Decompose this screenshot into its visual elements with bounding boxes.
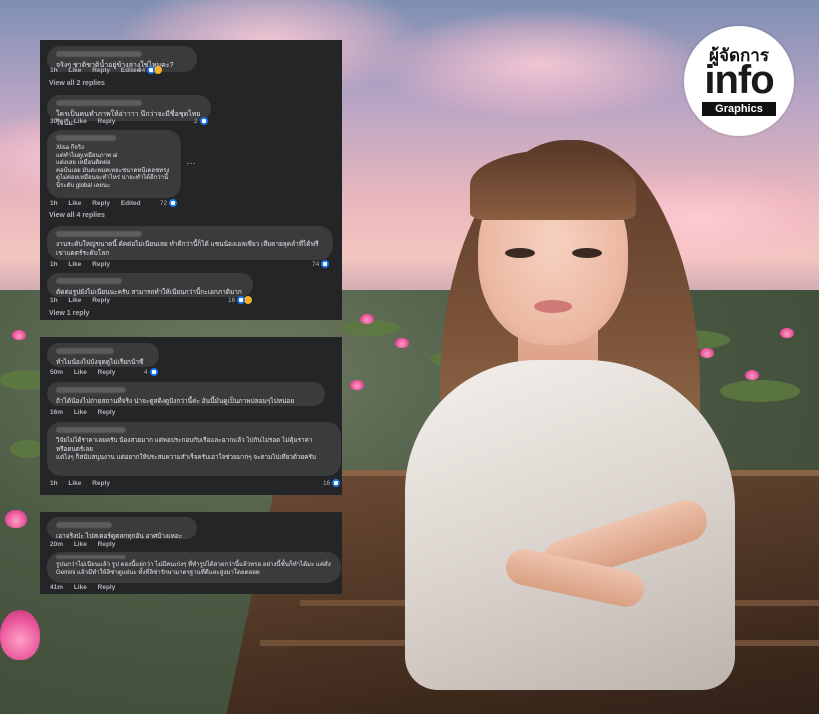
commenter-name	[56, 387, 126, 393]
comment-bubble: ตัดต่อรูปยังไม่เนียนนะครับ สามารถทำให้เน…	[47, 273, 253, 297]
reply-link[interactable]: Reply	[92, 480, 110, 487]
like-reaction-icon	[199, 117, 208, 125]
view-replies-link[interactable]: View 1 reply	[49, 310, 89, 317]
haha-reaction-icon	[244, 296, 253, 304]
haha-reaction-icon	[154, 66, 163, 74]
comment-bubble: ทำไมน้องไปบังจุดดูไม่เรียกน้าซี	[47, 343, 159, 367]
edited-label: Edited	[120, 200, 141, 207]
comment-text: ตัดต่อรูปยังไม่เนียนนะครับ สามารถทำให้เน…	[56, 289, 242, 296]
like-link[interactable]: Like	[68, 480, 81, 487]
comment-meta: 50m Like Reply	[50, 369, 116, 376]
cloud	[380, 10, 700, 120]
comment-text: งานระดับใหญ่ขนาดนี้ ดัดต่อไม่เนียนเลย ทำ…	[56, 241, 319, 257]
reaction-count[interactable]: 4	[144, 368, 158, 376]
reply-link[interactable]: Reply	[98, 584, 116, 591]
like-link[interactable]: Like	[74, 369, 87, 376]
reply-link[interactable]: Reply	[92, 261, 110, 268]
comment-meta: 16m Like Reply	[50, 409, 116, 416]
reply-link[interactable]: Reply	[92, 297, 110, 304]
comment-text: รูปนกว่าไม่เนียนแล้ว รูป ตองนี้แย่กว่า ไ…	[56, 561, 331, 576]
comment-meta: 1h Like Reply Edited	[50, 200, 141, 207]
like-reaction-icon	[169, 199, 178, 207]
reaction-count[interactable]: 16	[323, 479, 341, 487]
reaction-count[interactable]: 44	[138, 66, 163, 74]
view-replies-link[interactable]: View all 2 replies	[49, 80, 105, 87]
like-link[interactable]: Like	[68, 261, 81, 268]
commenter-name	[56, 427, 126, 433]
like-reaction-icon	[237, 296, 246, 304]
view-replies-link[interactable]: View all 4 replies	[49, 212, 105, 219]
commenter-name	[56, 100, 142, 106]
like-link[interactable]: Like	[74, 541, 87, 548]
left-eye	[505, 248, 535, 258]
reaction-count[interactable]: 2	[194, 117, 208, 125]
more-options-icon[interactable]: …	[186, 156, 196, 167]
reply-link[interactable]: Reply	[98, 118, 116, 125]
comments-panel: ทำไมน้องไปบังจุดดูไม่เรียกน้าซี 50m Like…	[40, 337, 342, 495]
reply-link[interactable]: Reply	[98, 541, 116, 548]
infographics-logo: ผู้จัดการ info Graphics	[684, 26, 794, 136]
like-link[interactable]: Like	[68, 67, 81, 74]
logo-info-text: info	[704, 58, 774, 102]
comment-bubble: งานระดับใหญ่ขนาดนี้ ดัดต่อไม่เนียนเลย ทำ…	[47, 226, 333, 260]
comment-meta: 30m Like Reply	[50, 118, 116, 125]
lips	[534, 300, 572, 313]
right-eye	[572, 248, 602, 258]
like-link[interactable]: Like	[74, 584, 87, 591]
reply-link[interactable]: Reply	[98, 409, 116, 416]
commenter-name	[56, 278, 122, 284]
comment-bubble: รูปนกว่าไม่เนียนแล้ว รูป ตองนี้แย่กว่า ไ…	[47, 552, 341, 583]
comments-panel: เอาจริงป่ะ ไปสเตอร์ดูตลกทุกอัน อาศบ้างเห…	[40, 512, 342, 594]
comment-meta: 20m Like Reply	[50, 541, 116, 548]
comment-text: ถ้าได้น้องไปถ่ายสถานที่จริง น่าจะดูสติงด…	[56, 398, 295, 405]
comment-text: Xlisa กีจริง แต่ทำไมดูเหมือนภาพ ai แต่งเ…	[56, 145, 170, 189]
comment-text: วิจัยไม่ได้ราคาเลยครับ น้องสวยมาก แต่พอป…	[56, 437, 316, 461]
logo-graphics-text: Graphics	[702, 102, 776, 116]
comment-meta: 41m Like Reply	[50, 584, 116, 591]
reaction-count[interactable]: 74	[312, 260, 330, 268]
comment-meta: 1h Like Reply	[50, 480, 110, 487]
commenter-name	[56, 231, 142, 237]
like-reaction-icon	[149, 368, 158, 376]
reaction-count[interactable]: 72	[160, 199, 178, 207]
like-reaction-icon	[147, 66, 156, 74]
bangs	[470, 150, 636, 220]
commenter-name	[56, 522, 112, 528]
like-link[interactable]: Like	[74, 409, 87, 416]
comment-meta: 1h Like Reply Edited	[50, 67, 141, 74]
comment-text: ทำไมน้องไปบังจุดดูไม่เรียกน้าซี	[56, 359, 144, 366]
like-link[interactable]: Like	[74, 118, 87, 125]
commenter-name	[56, 348, 114, 354]
comment-meta: 1h Like Reply	[50, 297, 110, 304]
like-reaction-icon	[332, 479, 341, 487]
comment-bubble: ถ้าได้น้องไปถ่ายสถานที่จริง น่าจะดูสติงด…	[47, 382, 325, 406]
reaction-count[interactable]: 16	[228, 296, 253, 304]
comment-meta: 1h Like Reply	[50, 261, 110, 268]
reply-link[interactable]: Reply	[92, 67, 110, 74]
like-link[interactable]: Like	[68, 200, 81, 207]
reply-link[interactable]: Reply	[92, 200, 110, 207]
comment-bubble: เอาจริงป่ะ ไปสเตอร์ดูตลกทุกอัน อาศบ้างเห…	[47, 517, 197, 540]
commenter-name	[56, 51, 142, 57]
commenter-name	[56, 555, 126, 559]
comments-panel: จริงๆ ชาติชาติน้ำอยู่ข้างล่างใช่ไหมคะ? 1…	[40, 40, 342, 320]
commenter-name	[56, 135, 116, 141]
comment-bubble: วิจัยไม่ได้ราคาเลยครับ น้องสวยมาก แต่พอป…	[47, 422, 341, 476]
comment-bubble: Xlisa กีจริง แต่ทำไมดูเหมือนภาพ ai แต่งเ…	[47, 130, 181, 198]
like-reaction-icon	[321, 260, 330, 268]
comment-text: เอาจริงป่ะ ไปสเตอร์ดูตลกทุกอัน อาศบ้างเห…	[56, 533, 183, 540]
like-link[interactable]: Like	[68, 297, 81, 304]
reply-link[interactable]: Reply	[98, 369, 116, 376]
